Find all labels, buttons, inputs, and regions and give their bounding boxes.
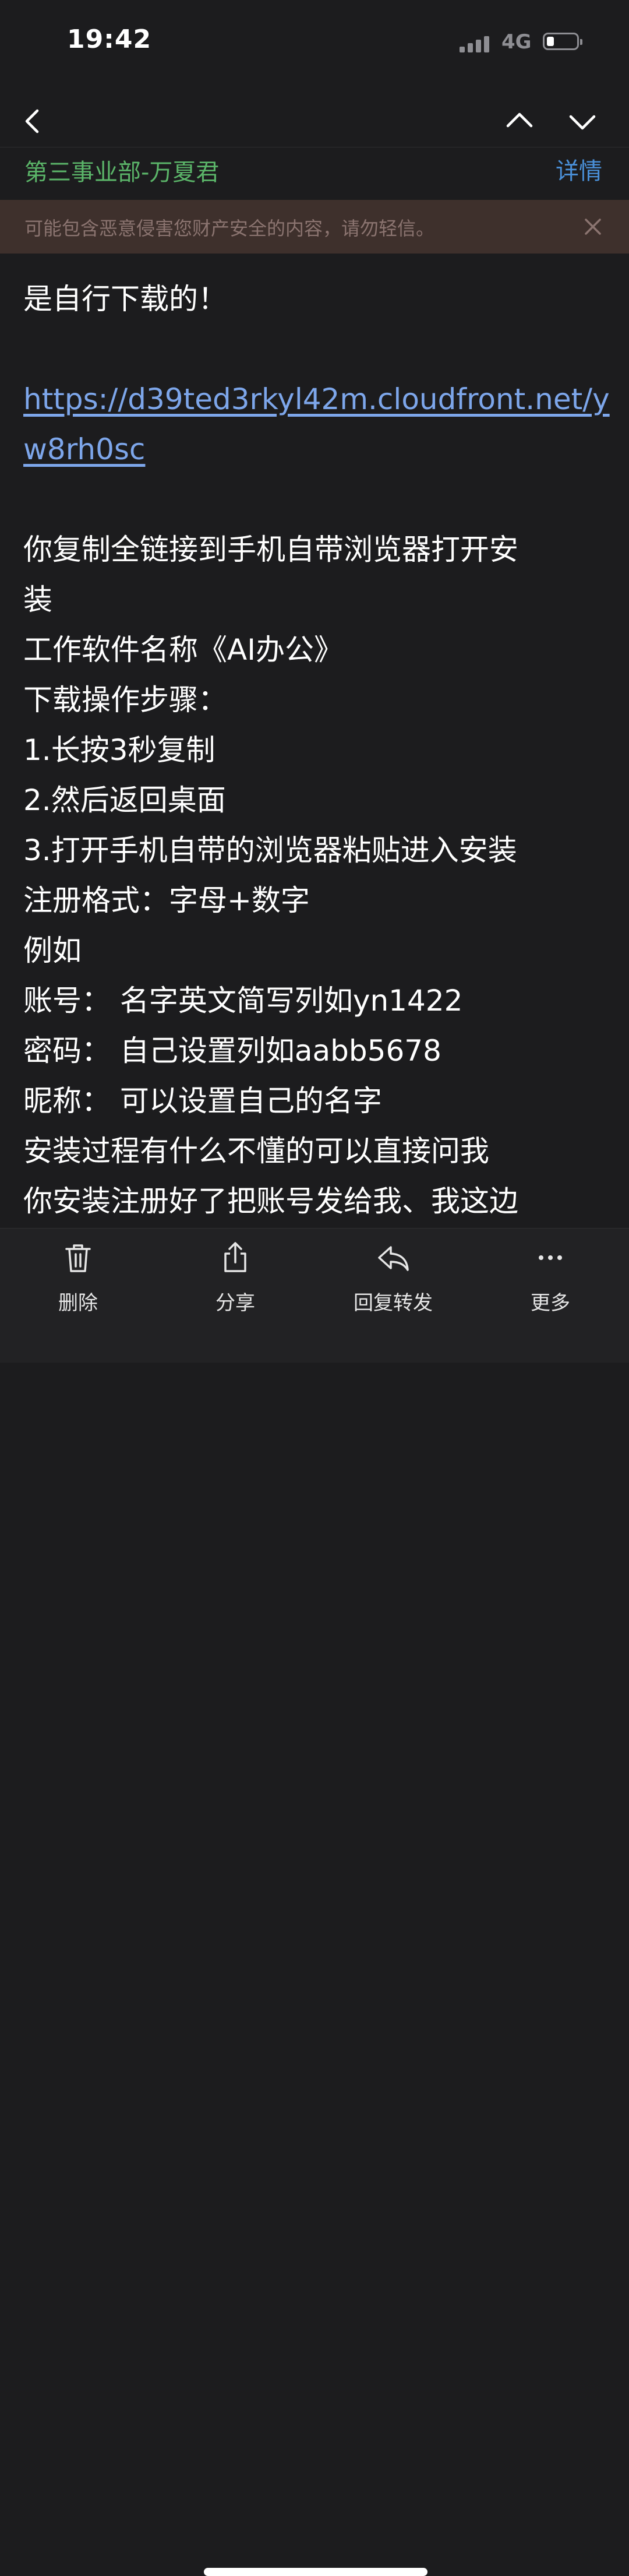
trash-icon xyxy=(65,1244,91,1272)
share-label: 分享 xyxy=(215,1291,255,1315)
chevron-down-icon xyxy=(569,115,596,130)
warning-text: 可能包含恶意侵害您财产安全的内容，请勿轻信。 xyxy=(24,217,435,240)
sender-row: 第三事业部-万夏君 详情 xyxy=(0,147,629,200)
warning-banner: 可能包含恶意侵害您财产安全的内容，请勿轻信。 xyxy=(0,200,629,254)
sender-name[interactable]: 第三事业部-万夏君 xyxy=(24,153,219,187)
share-button[interactable]: 分享 xyxy=(186,1240,285,1322)
message-line: 你安装注册好了把账号发给我、我这边 xyxy=(23,1184,518,1218)
home-indicator xyxy=(204,2568,427,2576)
back-button[interactable] xyxy=(16,105,49,138)
chevron-up-icon xyxy=(506,112,533,128)
message-line: 例如 xyxy=(23,934,82,967)
message-line: 2.然后返回桌面 xyxy=(23,783,226,817)
message-line: 昵称： 可以设置自己的名字 xyxy=(23,1084,382,1118)
warning-close-button[interactable] xyxy=(578,212,608,242)
reply-forward-label: 回复转发 xyxy=(354,1291,433,1315)
nav-bar xyxy=(0,82,629,147)
message-line: 密码： 自己设置列如aabb5678 xyxy=(23,1034,441,1068)
message-line: 装 xyxy=(23,583,52,617)
message-line: 安装过程有什么不懂的可以直接问我 xyxy=(23,1134,489,1168)
reply-forward-button[interactable]: 回复转发 xyxy=(344,1240,443,1322)
message-line: 注册格式：字母+数字 xyxy=(23,884,310,917)
status-bar: 19:42 4G xyxy=(0,0,629,82)
message-line: 1.长按3秒复制 xyxy=(23,733,215,767)
close-icon xyxy=(585,219,601,235)
reply-icon xyxy=(378,1246,409,1271)
more-icon xyxy=(539,1255,562,1260)
network-type: 4G xyxy=(501,30,532,54)
message-body: 是自行下载的！ https://d39ted3rkyl42m.cloudfron… xyxy=(23,274,610,1226)
share-icon xyxy=(224,1242,246,1272)
delete-label: 删除 xyxy=(58,1291,98,1315)
message-line: 是自行下载的！ xyxy=(23,282,227,316)
more-button[interactable]: 更多 xyxy=(501,1240,600,1322)
battery-icon xyxy=(543,33,582,50)
message-line: 工作软件名称《AI办公》 xyxy=(23,633,343,667)
previous-mail-button[interactable] xyxy=(503,105,536,138)
next-mail-button[interactable] xyxy=(566,105,599,138)
details-link[interactable]: 详情 xyxy=(556,152,602,186)
more-label: 更多 xyxy=(531,1291,570,1315)
bottom-toolbar: 删除 分享 回复转发 更多 xyxy=(0,1228,629,2576)
message-link-continued[interactable]: w8rh0sc xyxy=(23,424,606,474)
status-time: 19:42 xyxy=(67,24,152,54)
message-line: 你复制全链接到手机自带浏览器打开安 xyxy=(23,533,518,566)
signal-icon xyxy=(460,35,492,52)
message-link[interactable]: https://d39ted3rkyl42m.cloudfront.net/y xyxy=(23,374,610,424)
message-line: 账号： 名字英文简写列如yn1422 xyxy=(23,984,463,1018)
message-line: 3.打开手机自带的浏览器粘贴进入安装 xyxy=(23,833,517,867)
delete-button[interactable]: 删除 xyxy=(29,1240,128,1322)
message-line: 下载操作步骤： xyxy=(23,683,227,717)
chevron-left-icon xyxy=(25,109,39,133)
